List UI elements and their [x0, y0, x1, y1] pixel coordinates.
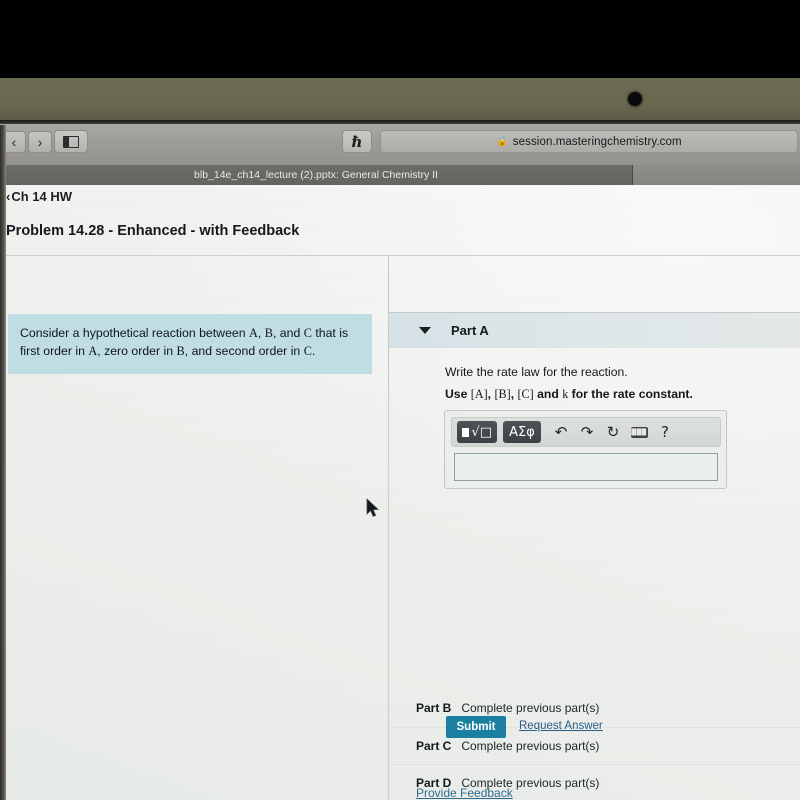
part-a-label: Part A [451, 323, 489, 338]
back-icon: ‹ [11, 134, 17, 150]
math-template-button[interactable]: √□ [457, 421, 497, 443]
nav-buttons: ‹ › [2, 131, 52, 153]
part-name: Part B [416, 701, 452, 716]
extension-button[interactable]: ℏ [342, 130, 372, 153]
provide-feedback-link[interactable]: Provide Feedback [416, 786, 513, 800]
laptop-photo: ‹ › ℏ 🔒 session.masteringchemistry.com b… [0, 0, 800, 800]
mouse-cursor [366, 498, 379, 517]
parts-list: Part B Complete previous part(s) Part C … [389, 690, 800, 800]
tab-strip: blb_14e_ch14_lecture (2).pptx: General C… [0, 165, 800, 185]
keyboard-icon: ███ [630, 426, 648, 438]
radical-icon: √□ [471, 424, 492, 440]
lock-icon: 🔒 [496, 136, 509, 147]
question-line2-b: , zero order in [97, 343, 177, 358]
reset-icon: ↻ [606, 423, 620, 441]
redo-icon: ↷ [580, 423, 594, 441]
address-bar[interactable]: 🔒 session.masteringchemistry.com [380, 130, 798, 153]
undo-icon: ↶ [554, 423, 568, 441]
q-and: , and [272, 326, 304, 340]
part-a-header[interactable]: Part A [389, 312, 800, 348]
question-statement: Consider a hypothetical reaction between… [8, 314, 372, 374]
conc-b: [B] [494, 387, 511, 401]
left-pane: Consider a hypothetical reaction between… [0, 256, 388, 800]
question-line1-a: Consider a hypothetical reaction between [20, 326, 249, 340]
conc-a: [A] [470, 387, 488, 401]
keyboard-button[interactable]: ███ [626, 420, 652, 444]
help-button[interactable]: ? [652, 420, 678, 444]
extension-icon: ℏ [351, 132, 363, 151]
page-title: Problem 14.28 - Enhanced - with Feedback [6, 223, 300, 239]
part-name: Part C [416, 738, 452, 753]
breadcrumb-label: Ch 14 HW [11, 189, 73, 204]
sidebar-icon [63, 135, 79, 148]
screen-edge [0, 125, 6, 800]
url-text: session.masteringchemistry.com [512, 135, 682, 148]
undo-button[interactable]: ↶ [548, 420, 574, 444]
forward-icon: › [37, 134, 43, 150]
instr-mid: and [533, 387, 563, 401]
browser-toolbar: ‹ › ℏ 🔒 session.masteringchemistry.com [0, 124, 800, 168]
species-a-2: A [88, 343, 98, 358]
answer-widget: √□ ΑΣφ ↶ ↷ ↻ ███ ? [444, 410, 727, 489]
photo-letterbox-top [0, 0, 800, 80]
conc-c: [C] [517, 387, 534, 401]
answer-input[interactable] [454, 453, 718, 481]
question-line1-b: that is [311, 326, 349, 340]
species-c-2: C [303, 343, 312, 358]
request-answer-link[interactable]: Request Answer [519, 720, 603, 732]
tab-strip-empty [633, 165, 800, 185]
instr-post: for the rate constant. [568, 387, 693, 401]
q-comma-1: , [257, 326, 265, 340]
species-b-2: B [176, 343, 185, 358]
breadcrumb[interactable]: ‹ Ch 14 HW [6, 189, 72, 204]
webcam-dot [628, 92, 642, 106]
submit-button[interactable]: Submit [446, 716, 506, 738]
instruction-pre: Use [445, 387, 471, 401]
reset-button[interactable]: ↻ [600, 420, 626, 444]
part-status: Complete previous part(s) [461, 701, 600, 716]
part-a-instruction: Use [A], [B], [C] and k for the rate con… [445, 387, 693, 402]
redo-button[interactable]: ↷ [574, 420, 600, 444]
greek-symbols-button[interactable]: ΑΣφ [503, 421, 541, 443]
chevron-down-icon[interactable] [419, 327, 431, 334]
math-toolbar: √□ ΑΣφ ↶ ↷ ↻ ███ ? [451, 417, 721, 447]
template-box-icon [462, 427, 470, 437]
sidebar-toggle-button[interactable] [54, 130, 88, 153]
part-status: Complete previous part(s) [461, 738, 600, 753]
question-line2-d: . [311, 343, 316, 358]
species-b-1: B [264, 326, 273, 340]
species-c-1: C [303, 326, 312, 340]
question-line2-c: , and second order in [184, 343, 304, 358]
question-line2-a: first order in [20, 343, 89, 358]
tab-active[interactable]: blb_14e_ch14_lecture (2).pptx: General C… [0, 165, 633, 185]
breadcrumb-back-icon: ‹ [6, 189, 11, 204]
laptop-bezel [0, 78, 800, 124]
forward-button[interactable]: › [28, 131, 52, 153]
species-a-1: A [249, 326, 258, 340]
page-content: ‹ Ch 14 HW Problem 14.28 - Enhanced - wi… [0, 185, 800, 800]
part-a-prompt: Write the rate law for the reaction. [445, 365, 628, 379]
help-icon: ? [661, 423, 669, 441]
greek-icon: ΑΣφ [509, 424, 535, 440]
tab-title: blb_14e_ch14_lecture (2).pptx: General C… [194, 169, 438, 181]
